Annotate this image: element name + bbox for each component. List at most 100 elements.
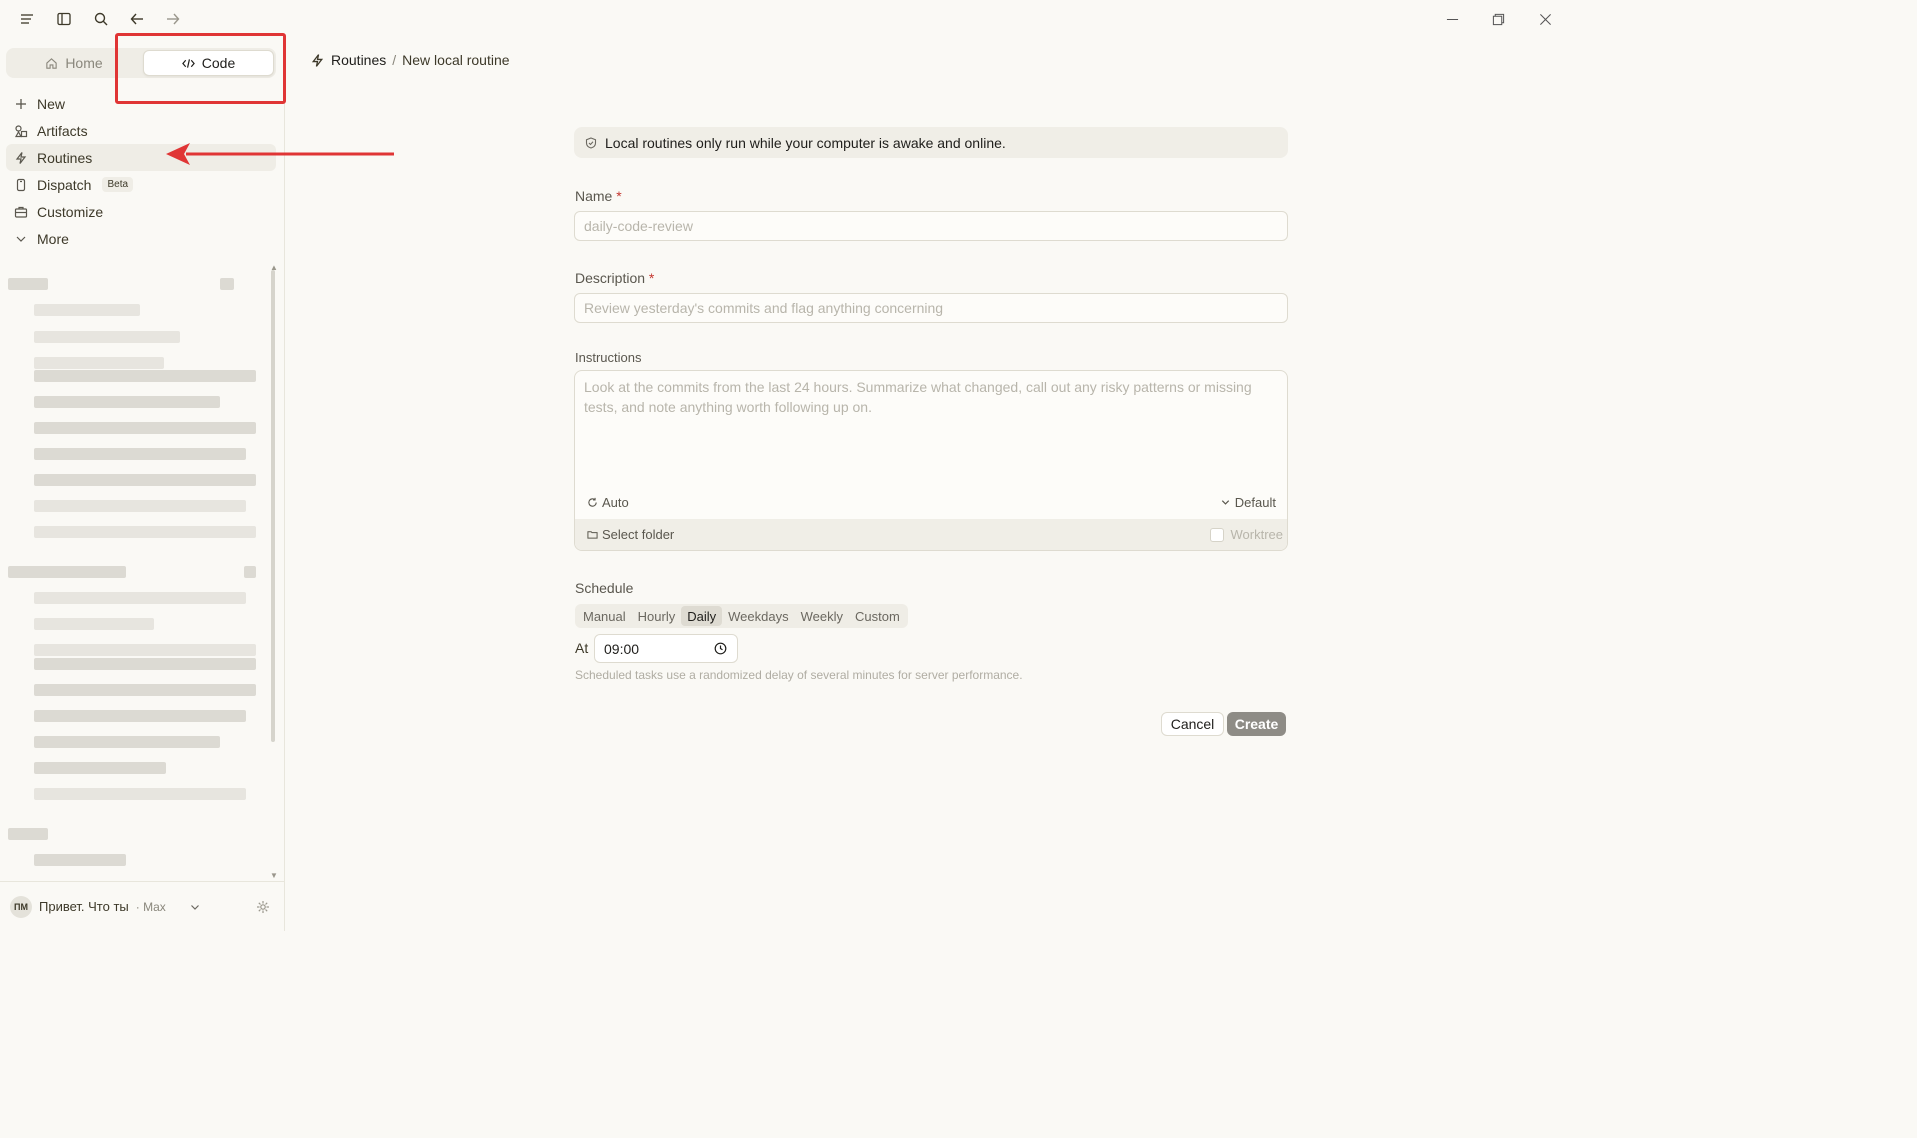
sidebar-scrollbar[interactable] — [271, 270, 275, 742]
info-notice: Local routines only run while your compu… — [574, 127, 1288, 158]
schedule-label: Schedule — [575, 580, 634, 596]
model-label: Default — [1234, 495, 1276, 510]
list-item[interactable] — [34, 357, 164, 369]
avatar: ПМ — [10, 895, 32, 918]
beta-badge: Beta — [102, 177, 134, 192]
list-item[interactable] — [34, 644, 256, 656]
breadcrumb-routines-link[interactable]: Routines — [331, 52, 386, 68]
list-item[interactable] — [34, 762, 166, 774]
schedule-hint: Scheduled tasks use a randomized delay o… — [575, 668, 1023, 682]
cancel-button[interactable]: Cancel — [1161, 712, 1224, 736]
history-group-header — [220, 278, 234, 290]
schedule-option-manual[interactable]: Manual — [577, 606, 632, 626]
name-label: Name * — [575, 188, 622, 204]
history-group-header — [8, 566, 126, 578]
name-input[interactable]: daily-code-review — [574, 211, 1288, 241]
sidebar-nav: New Artifacts Routines Dispatch Beta Cus… — [6, 90, 276, 252]
required-mark: * — [616, 188, 622, 204]
create-button[interactable]: Create — [1227, 712, 1286, 736]
history-group-header — [8, 278, 48, 290]
description-label-text: Description — [575, 270, 646, 286]
schedule-option-custom[interactable]: Custom — [849, 606, 906, 626]
shapes-icon — [14, 124, 28, 137]
arrow-left-icon[interactable] — [126, 8, 148, 30]
sidebar-item-label: Routines — [37, 149, 93, 166]
list-item[interactable] — [34, 396, 220, 408]
chevron-down-icon — [1221, 500, 1229, 505]
notice-text: Local routines only run while your compu… — [605, 134, 1006, 151]
time-input[interactable]: 09:00 — [594, 634, 738, 663]
time-value: 09:00 — [604, 640, 640, 657]
scroll-down-arrow-icon[interactable]: ▼ — [270, 871, 278, 880]
chat-history-list — [8, 274, 260, 874]
home-mode-label: Home — [65, 55, 103, 71]
permission-mode-button[interactable]: Auto — [587, 495, 629, 510]
list-item[interactable] — [34, 854, 126, 866]
list-item[interactable] — [34, 684, 256, 696]
settings-sparkle-icon[interactable] — [256, 900, 270, 914]
refresh-icon — [588, 497, 597, 507]
sidebar-item-label: New — [37, 95, 66, 112]
breadcrumb-separator: / — [392, 52, 397, 68]
list-item[interactable] — [34, 592, 246, 604]
history-group-header — [8, 828, 48, 840]
sidebar-item-dispatch[interactable]: Dispatch Beta — [6, 171, 276, 198]
list-item[interactable] — [34, 618, 154, 630]
schedule-frequency-selector: Manual Hourly Daily Weekdays Weekly Cust… — [575, 604, 908, 628]
phone-icon — [16, 178, 26, 191]
sidebar-item-more[interactable]: More — [6, 225, 276, 252]
chevron-down-icon — [16, 236, 26, 242]
list-item[interactable] — [34, 304, 140, 316]
list-item[interactable] — [34, 526, 256, 538]
select-folder-label: Select folder — [602, 527, 675, 542]
hamburger-menu-icon[interactable] — [16, 8, 38, 30]
close-window-icon[interactable] — [1533, 7, 1557, 31]
page-title: New local routine — [402, 52, 510, 68]
schedule-option-weekly[interactable]: Weekly — [795, 606, 849, 626]
list-item[interactable] — [34, 422, 256, 434]
worktree-checkbox[interactable] — [1209, 527, 1224, 542]
schedule-option-weekdays[interactable]: Weekdays — [722, 606, 794, 626]
list-item[interactable] — [34, 788, 246, 800]
plus-icon — [16, 98, 26, 109]
list-item[interactable] — [34, 370, 256, 382]
restore-window-icon[interactable] — [1486, 7, 1510, 31]
list-item[interactable] — [34, 658, 256, 670]
schedule-option-daily[interactable]: Daily — [681, 606, 723, 626]
instructions-placeholder: Look at the commits from the last 24 hou… — [584, 379, 1252, 415]
select-folder-button[interactable]: Select folder — [587, 527, 674, 542]
name-label-text: Name — [575, 188, 613, 204]
history-group-header — [244, 566, 256, 578]
home-icon — [46, 57, 58, 69]
list-item[interactable] — [34, 736, 220, 748]
instructions-textarea[interactable]: Look at the commits from the last 24 hou… — [574, 370, 1288, 551]
new-routine-form: Local routines only run while your compu… — [574, 127, 1288, 736]
search-icon[interactable] — [90, 8, 112, 30]
list-item[interactable] — [34, 448, 246, 460]
sidebar-item-label: Customize — [37, 203, 104, 220]
required-mark: * — [648, 270, 655, 286]
user-account-bar[interactable]: ПМ Привет. Что ты · Max — [0, 881, 284, 931]
clock-icon[interactable] — [714, 642, 727, 655]
list-item[interactable] — [34, 710, 246, 722]
worktree-toggle[interactable]: Worktree — [1209, 527, 1284, 542]
list-item[interactable] — [34, 474, 256, 486]
arrow-right-icon[interactable] — [162, 8, 184, 30]
worktree-label: Worktree — [1230, 527, 1284, 542]
chevron-down-icon[interactable] — [189, 901, 201, 913]
folder-icon — [587, 531, 598, 539]
description-label: Description * — [575, 270, 654, 286]
sidebar-toggle-icon[interactable] — [53, 8, 75, 30]
description-input[interactable]: Review yesterday's commits and flag anyt… — [574, 293, 1288, 323]
sidebar-item-label: More — [37, 230, 69, 247]
list-item[interactable] — [34, 331, 180, 343]
model-select[interactable]: Default — [1220, 495, 1276, 510]
sidebar-item-label: Dispatch — [37, 176, 92, 193]
breadcrumb: Routines / New local routine — [310, 52, 510, 68]
list-item[interactable] — [34, 500, 246, 512]
sidebar-item-label: Artifacts — [37, 122, 88, 139]
sidebar-item-customize[interactable]: Customize — [6, 198, 276, 225]
minimize-window-icon[interactable] — [1440, 7, 1464, 31]
schedule-option-hourly[interactable]: Hourly — [632, 606, 682, 626]
user-plan: · Max — [135, 899, 166, 914]
